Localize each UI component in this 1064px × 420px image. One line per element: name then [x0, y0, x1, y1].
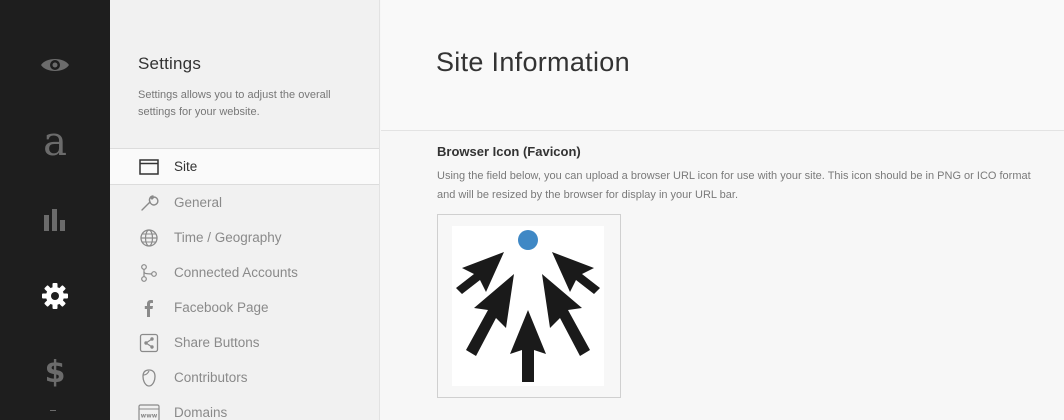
rail-item-preview[interactable]	[0, 35, 110, 95]
eye-icon	[40, 55, 70, 75]
globe-icon	[138, 227, 160, 249]
main-header: Site Information	[381, 0, 1064, 131]
nav-label: Time / Geography	[174, 230, 282, 245]
rail-more-indicator	[50, 410, 56, 411]
dollar-icon: $	[44, 355, 66, 390]
rail-item-settings[interactable]	[0, 266, 110, 326]
nav-label: General	[174, 195, 223, 210]
main-content: Site Information Browser Icon (Favicon) …	[381, 0, 1064, 420]
nav-label: Connected Accounts	[174, 265, 298, 280]
favicon-heading: Browser Icon (Favicon)	[437, 144, 581, 159]
svg-text:www: www	[141, 412, 158, 419]
favicon-description: Using the field below, you can upload a …	[437, 170, 1031, 201]
nav-label: Contributors	[174, 370, 248, 385]
nav-label: Domains	[174, 405, 228, 420]
browser-window-icon	[138, 156, 160, 178]
panel-description: Settings allows you to adjust the overal…	[138, 89, 331, 118]
nav-item-time-geography[interactable]: Time / Geography	[110, 220, 379, 255]
settings-panel: Settings Settings allows you to adjust t…	[110, 0, 380, 420]
rail-item-design[interactable]: a	[0, 112, 110, 172]
wrench-icon	[138, 192, 160, 214]
favicon-preview	[452, 226, 604, 386]
favicon-image	[456, 230, 600, 382]
nav-item-site[interactable]: Site	[110, 148, 379, 185]
nav-label: Facebook Page	[174, 300, 269, 315]
nav-item-share-buttons[interactable]: Share Buttons	[110, 325, 379, 360]
nav-item-domains[interactable]: www Domains	[110, 395, 379, 420]
gear-icon	[41, 282, 69, 310]
panel-title: Settings	[138, 54, 202, 73]
favicon-upload-field[interactable]	[437, 214, 621, 398]
typography-icon: a	[43, 119, 67, 165]
app-rail: a $	[0, 0, 110, 420]
settings-nav: Site General Time / Geography Connected …	[110, 148, 379, 420]
nav-item-facebook-page[interactable]: Facebook Page	[110, 290, 379, 325]
www-icon: www	[138, 402, 160, 420]
connections-icon	[138, 262, 160, 284]
page-title: Site Information	[436, 47, 630, 77]
nav-item-general[interactable]: General	[110, 185, 379, 220]
bar-chart-icon	[42, 207, 68, 233]
nav-label: Site	[174, 159, 198, 174]
rail-item-stats[interactable]	[0, 190, 110, 250]
rail-item-commerce[interactable]: $	[0, 343, 110, 403]
share-icon	[138, 332, 160, 354]
nav-item-connected-accounts[interactable]: Connected Accounts	[110, 255, 379, 290]
person-icon	[138, 367, 160, 389]
facebook-icon	[138, 297, 160, 319]
nav-label: Share Buttons	[174, 335, 260, 350]
nav-item-contributors[interactable]: Contributors	[110, 360, 379, 395]
